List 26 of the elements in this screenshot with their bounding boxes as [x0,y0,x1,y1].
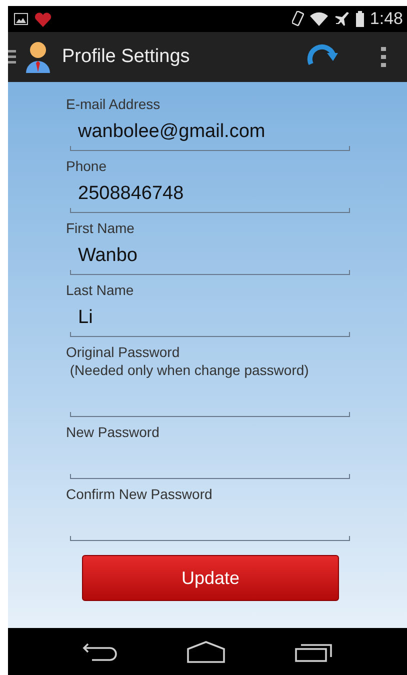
input-field[interactable]: 2508846748 [70,175,350,213]
field-label: Original Password [66,343,180,361]
update-button[interactable]: Update [82,555,339,601]
airplane-icon [334,11,350,27]
battery-icon [356,11,364,27]
user-avatar-icon [24,41,52,73]
overflow-menu-icon[interactable] [381,47,387,67]
field-note: (Needed only when change password) [68,361,309,379]
field-label: Confirm New Password [66,485,212,503]
field-label: Last Name [66,281,134,299]
input-field[interactable]: Li [70,299,350,337]
drawer-icon[interactable] [8,50,16,64]
status-time: 1:48 [370,9,403,29]
input-field[interactable]: wanbolee@gmail.com [70,113,350,151]
picture-icon [14,13,28,25]
field-label: New Password [66,423,160,441]
screen-title: Profile Settings [62,46,190,68]
phone-rotate-icon [292,11,304,27]
input-field[interactable]: Wanbo [70,237,350,275]
heart-icon [34,12,52,26]
field-label: First Name [66,219,134,237]
home-icon[interactable] [186,640,226,662]
field-label: E-mail Address [66,95,160,113]
wifi-icon [310,12,328,26]
field-label: Phone [66,157,106,175]
back-icon[interactable] [82,642,118,662]
